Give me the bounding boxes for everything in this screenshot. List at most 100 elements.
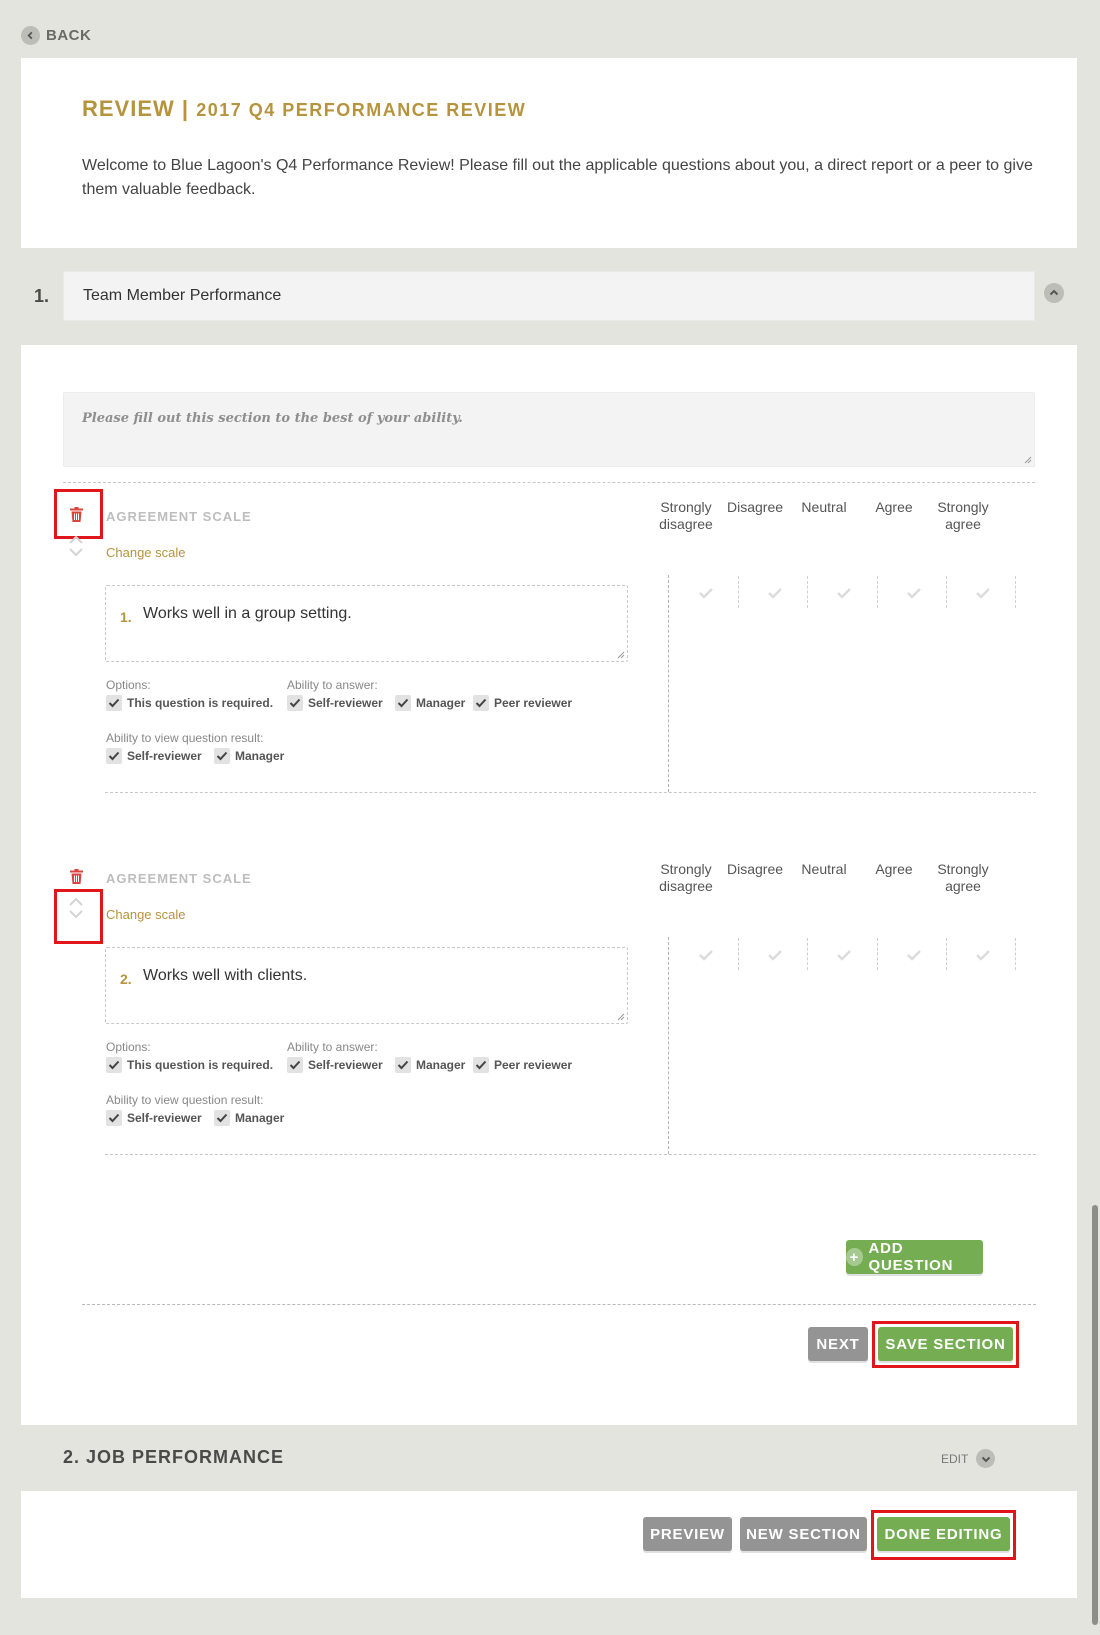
column-separator — [738, 576, 739, 608]
scale-header: Disagree — [726, 499, 784, 515]
change-scale-link[interactable]: Change scale — [106, 545, 186, 560]
scale-option-4[interactable] — [881, 577, 947, 609]
scale-option-3[interactable] — [811, 939, 877, 971]
scrollbar-track[interactable] — [1090, 0, 1100, 1635]
divider — [105, 1154, 1036, 1155]
resize-handle-icon[interactable] — [1024, 456, 1032, 464]
check-icon — [108, 698, 120, 708]
answer-manager-checkbox[interactable]: Manager — [395, 1057, 465, 1073]
checkbox-label: Manager — [235, 1111, 285, 1125]
question-text-field[interactable]: 1. Works well in a group setting. — [105, 585, 628, 662]
required-checkbox[interactable]: This question is required. — [106, 1057, 273, 1073]
column-separator — [807, 576, 808, 608]
new-section-label: NEW SECTION — [746, 1525, 861, 1543]
scale-option-2[interactable] — [742, 939, 808, 971]
answer-self-reviewer-checkbox[interactable]: Self-reviewer — [287, 695, 383, 711]
check-icon — [289, 1060, 301, 1070]
question-text: Works well in a group setting. — [143, 605, 352, 622]
check-icon — [108, 1113, 120, 1123]
check-icon — [907, 950, 921, 961]
change-scale-link[interactable]: Change scale — [106, 907, 186, 922]
back-link[interactable]: BACK — [21, 26, 91, 45]
view-self-reviewer-checkbox[interactable]: Self-reviewer — [106, 748, 202, 764]
add-question-button[interactable]: + ADD QUESTION — [846, 1240, 983, 1274]
check-icon — [768, 950, 782, 961]
checkbox — [214, 1110, 230, 1126]
check-icon — [976, 588, 990, 599]
checkbox-label: Manager — [235, 749, 285, 763]
answer-peer-reviewer-checkbox[interactable]: Peer reviewer — [473, 1057, 572, 1073]
view-manager-checkbox[interactable]: Manager — [214, 748, 284, 764]
scale-option-1[interactable] — [673, 939, 739, 971]
reorder-controls — [66, 535, 86, 575]
checkbox-label: Manager — [416, 1058, 466, 1072]
column-separator — [738, 938, 739, 970]
scale-header: Agree — [875, 499, 913, 515]
scale-option-4[interactable] — [881, 939, 947, 971]
answer-peer-reviewer-checkbox[interactable]: Peer reviewer — [473, 695, 572, 711]
section-description-field[interactable]: Please fill out this section to the best… — [63, 392, 1035, 467]
scale-option-5[interactable] — [950, 577, 1016, 609]
chevron-up-icon[interactable] — [68, 535, 84, 545]
back-label: BACK — [46, 27, 92, 44]
question-text-field[interactable]: 2. Works well with clients. — [105, 947, 628, 1024]
checkbox-label: Peer reviewer — [494, 696, 573, 710]
scale-option-2[interactable] — [742, 577, 808, 609]
checkbox — [395, 695, 411, 711]
checkbox-label: Self-reviewer — [127, 1111, 202, 1125]
check-icon — [699, 588, 713, 599]
plus-icon: + — [846, 1248, 863, 1266]
checkbox — [287, 1057, 303, 1073]
check-icon — [289, 698, 301, 708]
highlight-box — [54, 489, 103, 539]
required-checkbox[interactable]: This question is required. — [106, 695, 273, 711]
options-label: Options: — [106, 1040, 151, 1054]
checkbox — [106, 695, 122, 711]
options-label: Options: — [106, 678, 151, 692]
scale-header: Neutral — [801, 861, 847, 877]
new-section-button[interactable]: NEW SECTION — [740, 1517, 867, 1551]
section-2-header: 2. JOB PERFORMANCE EDIT — [21, 1425, 1077, 1491]
checkbox — [106, 748, 122, 764]
section-title-input[interactable]: Team Member Performance — [63, 271, 1035, 321]
collapse-section-button[interactable] — [1044, 283, 1064, 303]
preview-label: PREVIEW — [650, 1525, 725, 1543]
question-block-2: AGREEMENT SCALE Change scale Strongly di… — [21, 844, 1077, 1174]
next-button[interactable]: NEXT — [808, 1327, 868, 1361]
check-icon — [108, 751, 120, 761]
scale-header: Strongly agree — [937, 499, 989, 532]
check-icon — [976, 950, 990, 961]
checkbox-label: Manager — [416, 696, 466, 710]
scale-header: Strongly disagree — [659, 861, 713, 894]
answer-ability-label: Ability to answer: — [287, 678, 378, 692]
answer-manager-checkbox[interactable]: Manager — [395, 695, 465, 711]
check-icon — [397, 1060, 409, 1070]
title-review-name: 2017 Q4 PERFORMANCE REVIEW — [196, 100, 527, 120]
view-manager-checkbox[interactable]: Manager — [214, 1110, 284, 1126]
page-title: REVIEW | 2017 Q4 PERFORMANCE REVIEW — [82, 96, 526, 122]
view-self-reviewer-checkbox[interactable]: Self-reviewer — [106, 1110, 202, 1126]
column-separator — [1015, 938, 1016, 970]
delete-question-button[interactable] — [66, 864, 86, 888]
section-description-placeholder: Please fill out this section to the best… — [82, 411, 463, 426]
preview-button[interactable]: PREVIEW — [643, 1517, 732, 1551]
column-separator — [1015, 576, 1016, 608]
column-separator — [946, 938, 947, 970]
checkbox — [214, 748, 230, 764]
scale-option-5[interactable] — [950, 939, 1016, 971]
checkbox — [473, 695, 489, 711]
chevron-down-icon[interactable] — [68, 547, 84, 557]
column-separator — [946, 576, 947, 608]
chevron-up-icon — [1049, 289, 1059, 296]
resize-handle-icon[interactable] — [617, 1013, 625, 1021]
checkbox — [395, 1057, 411, 1073]
edit-section-link[interactable]: EDIT — [941, 1449, 996, 1468]
scrollbar-thumb[interactable] — [1092, 1205, 1098, 1625]
check-icon — [475, 698, 487, 708]
answer-self-reviewer-checkbox[interactable]: Self-reviewer — [287, 1057, 383, 1073]
resize-handle-icon[interactable] — [617, 651, 625, 659]
scale-option-3[interactable] — [811, 577, 877, 609]
scale-option-1[interactable] — [673, 577, 739, 609]
edit-label: EDIT — [941, 1451, 969, 1466]
column-separator — [877, 938, 878, 970]
